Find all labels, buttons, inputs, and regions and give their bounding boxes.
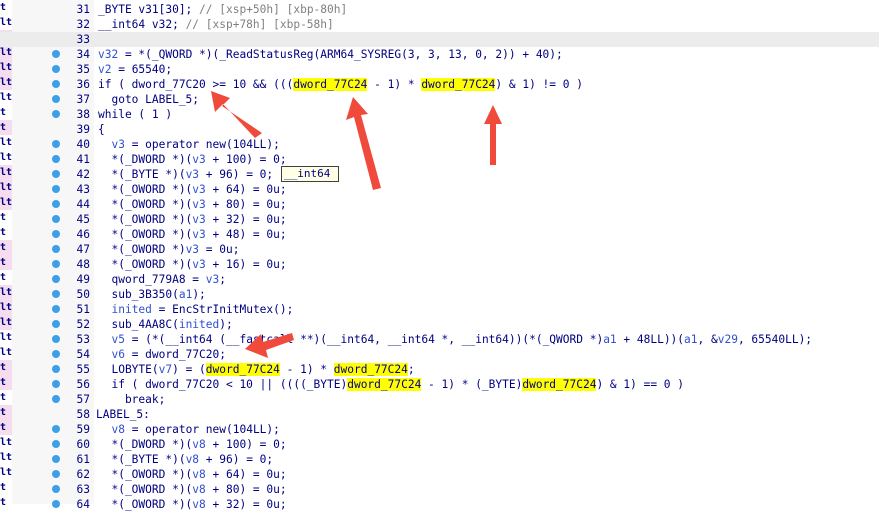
arrow-icon <box>211 91 262 138</box>
arrow-icon <box>484 105 502 165</box>
annotation-arrows <box>211 91 502 358</box>
arrow-icon <box>245 333 294 358</box>
arrow-icon <box>346 97 381 190</box>
